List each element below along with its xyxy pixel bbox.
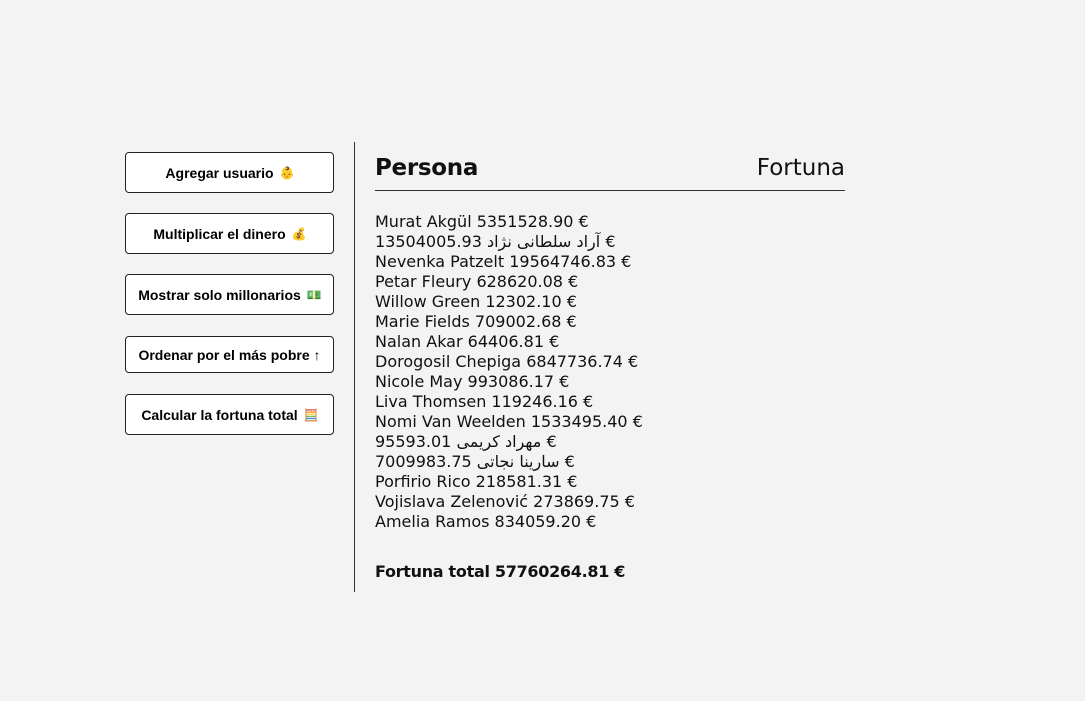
sort-poorest-button[interactable]: Ordenar por el más pobre ↑ xyxy=(125,336,334,373)
person-name: Porfirio Rico xyxy=(375,472,471,491)
total-label: Fortuna total xyxy=(375,562,490,581)
person-name: Willow Green xyxy=(375,292,481,311)
list-item: 7009983.75 سارینا نجاتی € xyxy=(375,452,845,472)
person-amount: 7009983.75 xyxy=(375,452,477,471)
person-amount: 5351528.90 € xyxy=(476,212,589,231)
double-money-label: Multiplicar el dinero xyxy=(153,225,286,242)
list-item: Liva Thomsen 119246.16 € xyxy=(375,392,845,412)
list-item: Porfirio Rico 218581.31 € xyxy=(375,472,845,492)
currency-symbol: € xyxy=(559,452,575,471)
person-amount: 273869.75 € xyxy=(533,492,635,511)
list-item: Vojislava Zelenović 273869.75 € xyxy=(375,492,845,512)
sidebar: Agregar usuario 👶 Multiplicar el dinero … xyxy=(125,152,334,435)
list-item: Nalan Akar 64406.81 € xyxy=(375,332,845,352)
person-amount: 1533495.40 € xyxy=(530,412,643,431)
add-user-button[interactable]: Agregar usuario 👶 xyxy=(125,152,334,193)
person-name: Dorogosil Chepiga xyxy=(375,352,522,371)
person-name: سارینا نجاتی xyxy=(476,452,560,471)
total-fortune: Fortuna total 57760264.81 € xyxy=(375,562,845,581)
abacus-icon: 🧮 xyxy=(303,407,319,422)
person-list: Murat Akgül 5351528.90 €13504005.93 آراد… xyxy=(375,212,845,532)
list-item: Amelia Ramos 834059.20 € xyxy=(375,512,845,532)
list-item: Willow Green 12302.10 € xyxy=(375,292,845,312)
person-amount: 993086.17 € xyxy=(467,372,570,391)
vertical-divider xyxy=(354,142,355,592)
show-millionaires-label: Mostrar solo millonarios xyxy=(138,286,301,303)
list-item: Murat Akgül 5351528.90 € xyxy=(375,212,845,232)
person-name: Liva Thomsen xyxy=(375,392,487,411)
list-item: Petar Fleury 628620.08 € xyxy=(375,272,845,292)
table-header: Persona Fortuna xyxy=(375,150,845,191)
person-name: Nalan Akar xyxy=(375,332,463,351)
person-amount: 119246.16 € xyxy=(491,392,594,411)
person-name: مهراد کریمی xyxy=(456,432,542,451)
list-item: Nomi Van Weelden 1533495.40 € xyxy=(375,412,845,432)
total-value: 57760264.81 € xyxy=(494,562,626,581)
person-name: Nicole May xyxy=(375,372,463,391)
person-amount: 12302.10 € xyxy=(485,292,577,311)
list-item: Nevenka Patzelt 19564746.83 € xyxy=(375,252,845,272)
list-item: 13504005.93 آراد سلطانی نژاد € xyxy=(375,232,845,252)
show-millionaires-button[interactable]: Mostrar solo millonarios 💵 xyxy=(125,274,334,315)
person-amount: 218581.31 € xyxy=(475,472,578,491)
dollar-bill-icon: 💵 xyxy=(306,287,322,302)
person-amount: 628620.08 € xyxy=(476,272,579,291)
person-amount: 95593.01 xyxy=(375,432,457,451)
currency-symbol: € xyxy=(600,232,616,251)
money-bag-icon: 💰 xyxy=(291,226,307,241)
list-item: Marie Fields 709002.68 € xyxy=(375,312,845,332)
sort-poorest-label: Ordenar por el más pobre ↑ xyxy=(138,346,321,363)
person-name: Nomi Van Weelden xyxy=(375,412,526,431)
person-amount: 13504005.93 xyxy=(375,232,487,251)
currency-symbol: € xyxy=(541,432,557,451)
header-fortune: Fortuna xyxy=(756,155,845,181)
person-name: Murat Akgül xyxy=(375,212,472,231)
double-money-button[interactable]: Multiplicar el dinero 💰 xyxy=(125,213,334,254)
add-user-label: Agregar usuario xyxy=(165,164,274,181)
person-amount: 709002.68 € xyxy=(474,312,577,331)
list-item: Nicole May 993086.17 € xyxy=(375,372,845,392)
person-name: Petar Fleury xyxy=(375,272,472,291)
person-name: Vojislava Zelenović xyxy=(375,492,529,511)
person-amount: 6847736.74 € xyxy=(526,352,639,371)
person-amount: 64406.81 € xyxy=(467,332,560,351)
person-name: Marie Fields xyxy=(375,312,470,331)
person-name: آراد سلطانی نژاد xyxy=(486,232,601,251)
list-item: 95593.01 مهراد کریمی € xyxy=(375,432,845,452)
person-name: Amelia Ramos xyxy=(375,512,490,531)
baby-icon: 👶 xyxy=(279,165,295,180)
calculate-total-label: Calcular la fortuna total xyxy=(141,406,298,423)
header-person: Persona xyxy=(375,155,479,181)
main-panel: Persona Fortuna Murat Akgül 5351528.90 €… xyxy=(375,150,845,581)
person-name: Nevenka Patzelt xyxy=(375,252,505,271)
person-amount: 834059.20 € xyxy=(494,512,597,531)
calculate-total-button[interactable]: Calcular la fortuna total 🧮 xyxy=(125,394,334,435)
list-item: Dorogosil Chepiga 6847736.74 € xyxy=(375,352,845,372)
person-amount: 19564746.83 € xyxy=(509,252,632,271)
